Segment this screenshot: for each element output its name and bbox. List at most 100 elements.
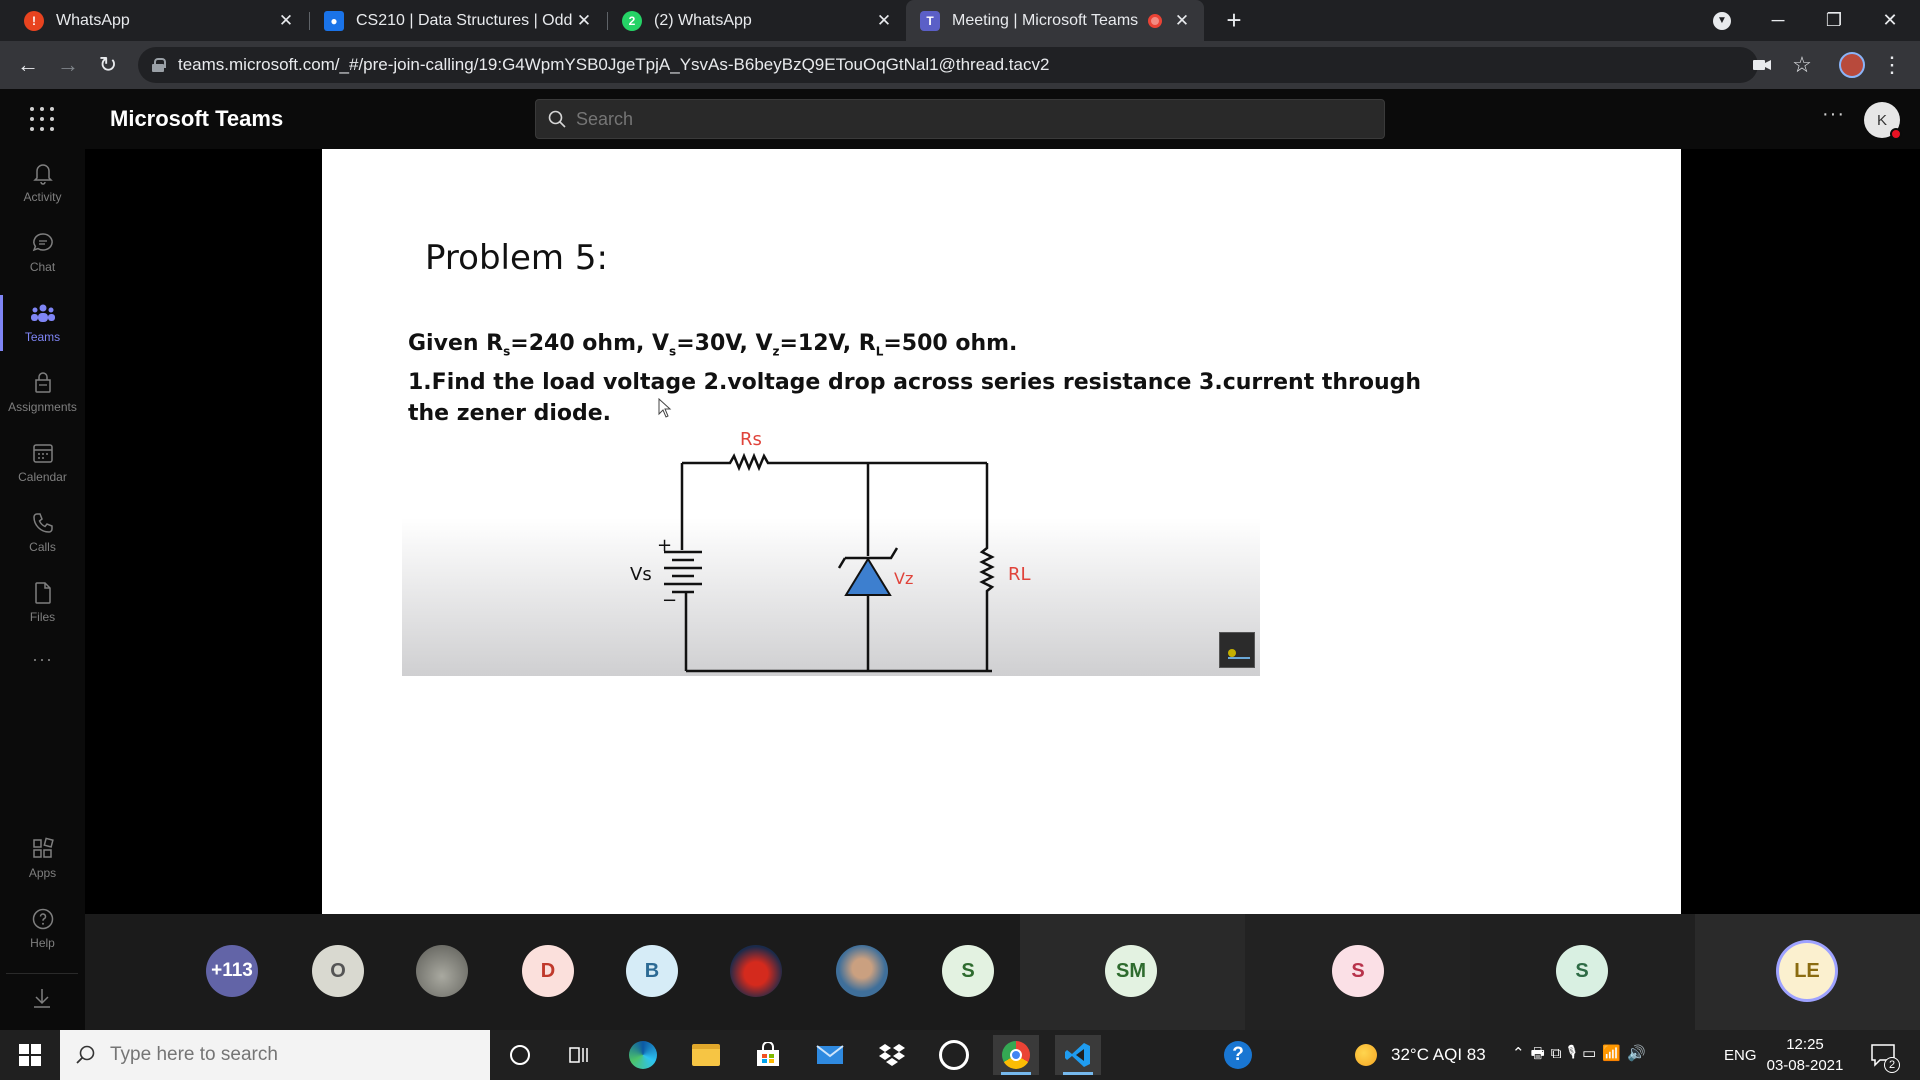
zener-diode-icon: [844, 557, 892, 596]
participant-avatar-speaking[interactable]: LE: [1779, 943, 1835, 999]
participant-avatar[interactable]: O: [312, 945, 364, 997]
language-indicator[interactable]: ENG: [1724, 1030, 1757, 1080]
download-button[interactable]: [6, 973, 78, 1021]
rail-label: Chat: [29, 260, 56, 274]
rail-item-files[interactable]: Files: [0, 569, 85, 639]
search-icon: [76, 1045, 95, 1064]
clock-time: 12:25: [1786, 1036, 1824, 1053]
chrome-icon: [1002, 1041, 1030, 1069]
close-window-button[interactable]: ✕: [1862, 0, 1918, 41]
tab-title: (2) WhatsApp: [654, 11, 752, 29]
given-text: =12V, R: [779, 331, 876, 356]
system-tray-icons[interactable]: ⌃🖶⧉🎙▭📶🔊: [1512, 1030, 1652, 1080]
weather-icon: [1351, 1035, 1381, 1075]
apps-icon: [32, 837, 54, 858]
store-icon: [757, 1042, 779, 1066]
dropbox-button[interactable]: [869, 1035, 915, 1075]
restore-button[interactable]: ❐: [1806, 0, 1862, 41]
search-input[interactable]: [576, 108, 1276, 130]
app-launcher-icon[interactable]: [30, 107, 54, 131]
taskbar-search-input[interactable]: [110, 1044, 450, 1066]
tab-cs210[interactable]: ● CS210 | Data Structures | Odd Sem ✕: [310, 0, 606, 41]
store-button[interactable]: [745, 1035, 791, 1075]
participant-avatar[interactable]: SM: [1105, 945, 1157, 997]
tab-teams-meeting[interactable]: T Meeting | Microsoft Teams ✕: [906, 0, 1204, 41]
rail-label: Help: [30, 936, 55, 950]
rail-more-button[interactable]: ···: [0, 649, 85, 679]
presence-busy-icon: [1890, 128, 1902, 140]
participant-avatar[interactable]: S: [1556, 945, 1608, 997]
more-options-button[interactable]: ···: [1822, 103, 1845, 126]
rail-item-chat[interactable]: Chat: [0, 219, 85, 289]
profile-avatar-browser[interactable]: [1836, 49, 1868, 81]
vscode-button[interactable]: [1055, 1035, 1101, 1075]
participant-photo-cat[interactable]: [416, 945, 468, 997]
participant-photo-car[interactable]: [730, 945, 782, 997]
browser-tab-strip: ! WhatsApp ✕ ● CS210 | Data Structures |…: [0, 0, 1920, 41]
minimize-button[interactable]: ─: [1750, 0, 1806, 41]
participant-avatar[interactable]: S: [1332, 945, 1384, 997]
browser-menu-icon[interactable]: ⋮: [1876, 49, 1908, 81]
search-icon: [548, 110, 566, 128]
classroom-icon: ●: [324, 10, 344, 31]
help-question-icon: ?: [1224, 1041, 1252, 1069]
problem-statement: Given Rs=240 ohm, Vs=30V, Vz=12V, RL=500…: [408, 328, 1422, 429]
rail-label: Files: [29, 610, 56, 624]
taskbar-search-box[interactable]: [60, 1030, 490, 1080]
clock[interactable]: 12:25 03-08-2021: [1762, 1034, 1848, 1076]
mail-icon: [816, 1045, 844, 1064]
weather-text[interactable]: 32°C AQI 83: [1391, 1030, 1486, 1080]
file-explorer-button[interactable]: [683, 1035, 729, 1075]
github-desktop-button[interactable]: [931, 1035, 977, 1075]
participant-avatar[interactable]: S: [942, 945, 994, 997]
task-view-button[interactable]: [557, 1035, 603, 1075]
more-participants-badge[interactable]: +113: [206, 945, 258, 997]
camera-icon[interactable]: [1746, 49, 1778, 81]
given-line: Given Rs=240 ohm, Vs=30V, Vz=12V, RL=500…: [408, 328, 1288, 367]
series-resistor-wire: [682, 452, 987, 472]
chrome-button[interactable]: [993, 1035, 1039, 1075]
notification-center-button[interactable]: 2: [1860, 1035, 1906, 1075]
rail-label: Apps: [28, 866, 57, 880]
cortana-button[interactable]: [497, 1035, 543, 1075]
app-title: Microsoft Teams: [110, 106, 284, 131]
forward-button[interactable]: →: [52, 49, 84, 81]
rail-item-apps[interactable]: Apps: [0, 825, 85, 895]
mail-button[interactable]: [807, 1035, 853, 1075]
back-button[interactable]: ←: [12, 49, 44, 81]
rail-item-calls[interactable]: Calls: [0, 499, 85, 569]
close-tab-icon[interactable]: ✕: [1170, 11, 1194, 31]
rail-item-calendar[interactable]: Calendar: [0, 429, 85, 499]
file-icon: [34, 582, 51, 604]
tab-whatsapp[interactable]: ! WhatsApp ✕: [10, 0, 308, 41]
bookmark-star-icon[interactable]: ☆: [1786, 49, 1818, 81]
rail-item-teams[interactable]: Teams: [0, 289, 85, 359]
rail-item-activity[interactable]: Activity: [0, 149, 85, 219]
windows-start-button[interactable]: [7, 1035, 53, 1075]
participant-avatar[interactable]: D: [522, 945, 574, 997]
profile-avatar[interactable]: K: [1864, 102, 1902, 140]
rail-label: Assignments: [8, 400, 77, 414]
tab-search-button[interactable]: ▼: [1694, 0, 1750, 41]
search-box[interactable]: [535, 99, 1385, 139]
new-tab-button[interactable]: +: [1206, 0, 1262, 41]
url-field[interactable]: teams.microsoft.com/_#/pre-join-calling/…: [138, 47, 1758, 83]
mouse-cursor-icon: [658, 398, 672, 418]
load-resistor-wire: [979, 463, 995, 671]
edge-button[interactable]: [620, 1035, 666, 1075]
close-tab-icon[interactable]: ✕: [572, 11, 596, 31]
download-icon: [34, 988, 50, 1008]
participant-avatar[interactable]: B: [626, 945, 678, 997]
question-line: 1.Find the load voltage 2.voltage drop a…: [408, 370, 1422, 396]
rail-item-assignments[interactable]: Assignments: [0, 359, 85, 429]
participant-photo-person[interactable]: [836, 945, 888, 997]
help-app-button[interactable]: ?: [1215, 1035, 1261, 1075]
rail-item-help[interactable]: Help: [0, 895, 85, 965]
clock-date: 03-08-2021: [1766, 1057, 1844, 1074]
close-tab-icon[interactable]: ✕: [872, 11, 896, 31]
tab-whatsapp-2[interactable]: 2 (2) WhatsApp ✕: [608, 0, 906, 41]
given-text: Given R: [408, 331, 504, 356]
close-tab-icon[interactable]: ✕: [274, 11, 298, 31]
reload-button[interactable]: ↻: [92, 49, 124, 81]
profile-initial: K: [1876, 111, 1887, 129]
